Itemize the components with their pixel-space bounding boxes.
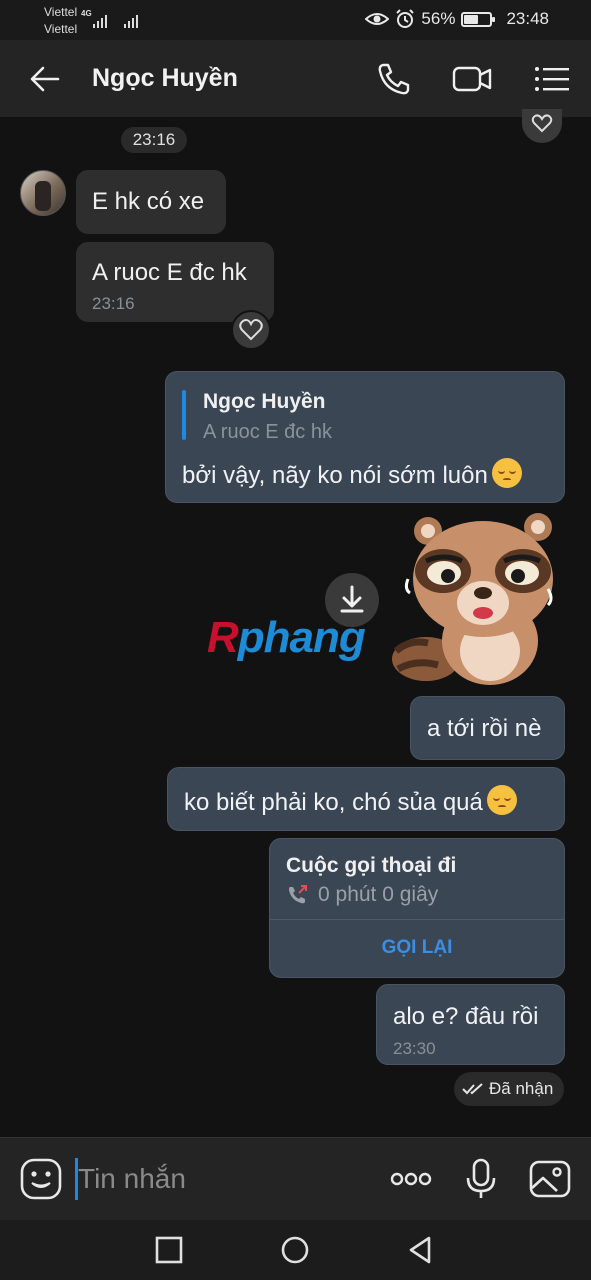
eye-icon	[365, 13, 390, 25]
arrow-left-icon[interactable]	[28, 62, 62, 96]
quote-bar	[182, 390, 186, 440]
status-right-group: 56% 23:48	[365, 9, 549, 29]
heart-icon	[531, 114, 553, 133]
message-text-row: ko biết phải ko, chó sủa quá	[184, 785, 517, 817]
relieved-face-emoji-icon	[486, 785, 517, 815]
nav-back-icon[interactable]	[405, 1234, 437, 1266]
raccoon-sticker[interactable]	[388, 509, 558, 689]
message-bubble-outgoing[interactable]: ko biết phải ko, chó sủa quá	[167, 767, 565, 831]
message-bubble-outgoing[interactable]: alo e? đâu rồi 23:30	[376, 984, 565, 1065]
call-card[interactable]: Cuộc gọi thoại đi 0 phút 0 giây GỌI LẠI	[269, 838, 565, 978]
time-divider: 23:16	[121, 127, 187, 153]
more-dots-icon[interactable]	[390, 1158, 432, 1200]
battery-percent: 56%	[421, 9, 456, 28]
message-bubble-outgoing[interactable]: a tới rồi nè	[410, 696, 565, 760]
message-bubble-incoming[interactable]: E hk có xe	[76, 170, 226, 234]
relieved-face-emoji-icon	[491, 458, 522, 488]
message-text: A ruoc E đc hk	[92, 259, 247, 286]
message-input[interactable]	[78, 1158, 368, 1200]
avatar[interactable]	[20, 170, 66, 216]
message-time: 23:16	[92, 294, 135, 313]
call-duration: 0 phút 0 giây	[318, 883, 439, 906]
quote-text: A ruoc E đc hk	[203, 421, 332, 443]
double-check-icon	[462, 1083, 483, 1095]
message-text: E hk có xe	[92, 188, 205, 215]
message-text: alo e? đâu rồi	[393, 1003, 539, 1030]
menu-list-icon[interactable]	[532, 59, 572, 99]
delivery-status-text: Đã nhận	[489, 1079, 554, 1098]
quote-sender: Ngọc Huyền	[203, 390, 326, 413]
call-title: Cuộc gọi thoại đi	[286, 854, 457, 877]
outgoing-call-icon	[289, 885, 307, 904]
delivery-status-badge: Đã nhận	[454, 1072, 564, 1106]
watermark-logo: Rphang	[207, 613, 366, 662]
chat-header: Ngọc Huyền	[0, 40, 591, 117]
contact-name[interactable]: Ngọc Huyền	[92, 64, 238, 93]
clock: 23:48	[506, 9, 549, 28]
signal-icon	[93, 12, 107, 28]
signal-icon-2	[124, 12, 138, 28]
network-type: 4G	[81, 9, 92, 18]
message-text: ko biết phải ko, chó sủa quá	[184, 789, 483, 816]
microphone-icon[interactable]	[460, 1158, 502, 1200]
nav-home-icon[interactable]	[279, 1234, 311, 1266]
alarm-icon	[396, 9, 415, 28]
message-text: a tới rồi nè	[427, 715, 542, 742]
status-bar: Viettel Viettel 4G 56% 23:48	[0, 0, 591, 40]
heart-icon	[239, 319, 263, 341]
heart-reaction-button[interactable]	[522, 109, 562, 143]
message-text: bởi vậy, nãy ko nói sớm luôn	[182, 462, 488, 489]
card-divider	[270, 919, 564, 920]
image-icon[interactable]	[529, 1158, 571, 1200]
message-bubble-reply[interactable]: Ngọc Huyền A ruoc E đc hk bởi vậy, nãy k…	[165, 371, 565, 503]
message-time: 23:30	[393, 1039, 436, 1058]
video-call-icon[interactable]	[452, 59, 492, 99]
system-nav-bar	[0, 1220, 591, 1280]
nav-recents-icon[interactable]	[153, 1234, 185, 1266]
phone-icon[interactable]	[374, 59, 414, 99]
message-text-row: bởi vậy, nãy ko nói sớm luôn	[182, 458, 522, 490]
heart-reaction-button[interactable]	[231, 310, 271, 350]
message-input-bar	[0, 1137, 591, 1220]
carrier-label-1: Viettel	[44, 5, 78, 19]
emoji-icon[interactable]	[20, 1158, 62, 1200]
call-back-button[interactable]: GỌI LẠI	[270, 937, 564, 959]
message-list[interactable]: 23:16 E hk có xe A ruoc E đc hk 23:16 Ng…	[0, 109, 591, 1137]
battery-icon	[461, 11, 496, 27]
carrier-label-2: Viettel	[44, 22, 78, 36]
